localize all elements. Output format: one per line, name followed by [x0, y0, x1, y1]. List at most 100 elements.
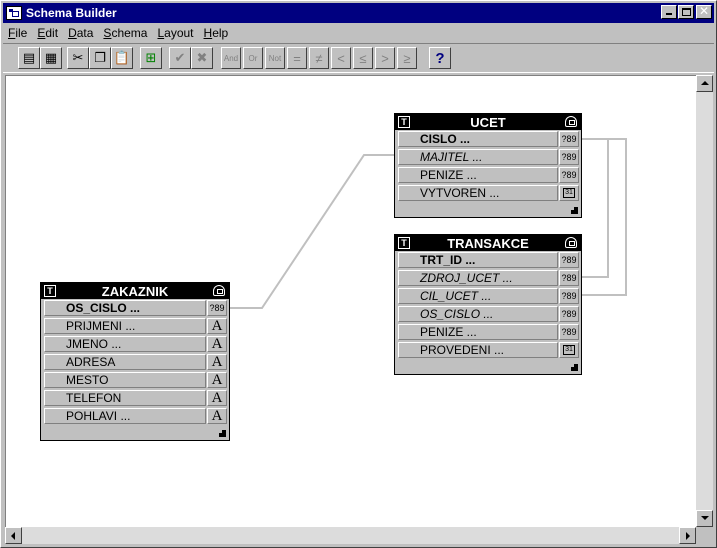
resize-handle-icon[interactable]: [219, 430, 226, 437]
toolbar-equals-button[interactable]: =: [287, 47, 307, 69]
app-icon[interactable]: [6, 6, 22, 20]
toolbar-greater-equal-button[interactable]: ≥: [397, 47, 417, 69]
toolbar-greater-button[interactable]: >: [375, 47, 395, 69]
toolbar-cancel-button[interactable]: ✖: [191, 47, 213, 69]
type-glyph: ?89: [561, 134, 577, 144]
field-row[interactable]: TELEFON A: [42, 389, 228, 407]
help-icon: ?: [435, 49, 445, 67]
toolbar-not-equals-button[interactable]: ≠: [309, 47, 329, 69]
type-glyph: ?89: [561, 273, 577, 283]
schema-builder-window: Schema Builder ✕ File Edit Data Schema Layou…: [0, 0, 717, 548]
field-row[interactable]: POHLAVI ... A: [42, 407, 228, 425]
field-row[interactable]: CISLO ... ?89: [396, 130, 580, 148]
field-row[interactable]: OS_CISLO ... ?89: [42, 299, 228, 317]
entity-header[interactable]: T ZAKAZNIK: [41, 283, 229, 299]
toolbar-paste-button[interactable]: 📋: [111, 47, 133, 69]
calendar-glyph: 31: [563, 345, 575, 355]
type-glyph: A: [211, 318, 223, 334]
scroll-left-button[interactable]: [5, 527, 22, 544]
field-row[interactable]: ADRESA A: [42, 353, 228, 371]
toolbar: ▤ ▦ ✂ ❐ 📋 ⊞ ✔ ✖ And Or Not = ≠ < ≤ > ≥ ?: [3, 43, 714, 73]
toolbar-less-button[interactable]: <: [331, 47, 351, 69]
copy-icon: ❐: [94, 50, 106, 65]
entity-menu-icon[interactable]: [565, 116, 577, 127]
text-type-icon: A: [207, 336, 227, 352]
close-button[interactable]: ✕: [696, 4, 712, 19]
maximize-icon: [682, 8, 691, 16]
entity-footer: [395, 359, 581, 374]
field-row[interactable]: OS_CISLO ... ?89: [396, 305, 580, 323]
menu-bar: File Edit Data Schema Layout Help: [3, 24, 714, 42]
entity-header[interactable]: T TRANSAKCE: [395, 235, 581, 251]
toolbar-confirm-button[interactable]: ✔: [169, 47, 191, 69]
title-bar[interactable]: Schema Builder ✕: [3, 3, 714, 23]
link-zakaznik-majitel[interactable]: [228, 154, 395, 309]
field-row[interactable]: PRIJMENI ... A: [42, 317, 228, 335]
menu-data[interactable]: Data: [63, 26, 98, 40]
schema-canvas[interactable]: T UCET CISLO ... ?89 MAJITEL ... ?89 PENIZE ..…: [5, 75, 696, 527]
minimize-button[interactable]: [661, 5, 677, 19]
type-glyph: A: [211, 354, 223, 370]
link-cislo-zdroj-ucet[interactable]: [580, 138, 609, 278]
entity-header[interactable]: T UCET: [395, 114, 581, 130]
horizontal-scrollbar[interactable]: [5, 527, 696, 544]
entity-ucet[interactable]: T UCET CISLO ... ?89 MAJITEL ... ?89 PENIZE ..…: [394, 113, 582, 218]
calendar-glyph: 31: [563, 188, 575, 198]
toolbar-cut-button[interactable]: ✂: [67, 47, 89, 69]
field-name: ZDROJ_UCET ...: [398, 270, 558, 286]
resize-handle-icon[interactable]: [571, 207, 578, 214]
number-type-icon: ?89: [559, 306, 579, 322]
field-name: TRT_ID ...: [398, 252, 558, 268]
field-row[interactable]: ZDROJ_UCET ... ?89: [396, 269, 580, 287]
field-row[interactable]: PENIZE ... ?89: [396, 166, 580, 184]
arrow-down-icon: [701, 516, 709, 520]
entity-title: TRANSAKCE: [447, 235, 529, 251]
toolbar-not-button[interactable]: Not: [265, 47, 285, 69]
toolbar-layout-button[interactable]: ▦: [40, 47, 62, 69]
entity-menu-icon[interactable]: [565, 237, 577, 248]
vertical-scrollbar[interactable]: [696, 75, 713, 527]
field-row[interactable]: JMENO ... A: [42, 335, 228, 353]
entity-zakaznik[interactable]: T ZAKAZNIK OS_CISLO ... ?89 PRIJMENI ... A JME…: [40, 282, 230, 441]
arrow-left-icon: [11, 532, 15, 540]
type-glyph: A: [211, 408, 223, 424]
type-glyph: ?89: [561, 327, 577, 337]
menu-layout[interactable]: Layout: [152, 26, 198, 40]
close-icon: ✕: [698, 4, 710, 18]
toolbar-add-table-button[interactable]: ⊞: [140, 47, 162, 69]
menu-schema[interactable]: Schema: [98, 26, 152, 40]
entity-title: ZAKAZNIK: [101, 283, 169, 299]
toolbar-or-button[interactable]: Or: [243, 47, 263, 69]
field-row[interactable]: VYTVOREN ... 31: [396, 184, 580, 202]
maximize-button[interactable]: [678, 5, 694, 19]
number-type-icon: ?89: [559, 270, 579, 286]
menu-help[interactable]: Help: [199, 26, 234, 40]
menu-edit[interactable]: Edit: [32, 26, 63, 40]
entity-menu-icon[interactable]: [213, 285, 225, 296]
field-row[interactable]: CIL_UCET ... ?89: [396, 287, 580, 305]
scroll-right-button[interactable]: [679, 527, 696, 544]
field-row[interactable]: MESTO A: [42, 371, 228, 389]
field-row[interactable]: PENIZE ... ?89: [396, 323, 580, 341]
toolbar-copy-button[interactable]: ❐: [89, 47, 111, 69]
number-type-icon: ?89: [207, 300, 227, 316]
text-type-icon: A: [207, 372, 227, 388]
field-row[interactable]: PROVEDENI ... 31: [396, 341, 580, 359]
not-label: Not: [268, 53, 282, 63]
field-row[interactable]: TRT_ID ... ?89: [396, 251, 580, 269]
toolbar-and-button[interactable]: And: [221, 47, 241, 69]
resize-handle-icon[interactable]: [571, 364, 578, 371]
menu-file[interactable]: File: [3, 26, 32, 40]
less-than-icon: <: [337, 50, 345, 66]
scroll-down-button[interactable]: [696, 510, 713, 527]
type-glyph: ?89: [561, 291, 577, 301]
toolbar-less-equal-button[interactable]: ≤: [353, 47, 373, 69]
toolbar-view-button[interactable]: ▤: [18, 47, 40, 69]
toolbar-help-button[interactable]: ?: [429, 47, 451, 69]
scroll-up-button[interactable]: [696, 75, 713, 92]
type-glyph: ?89: [561, 309, 577, 319]
entity-transakce[interactable]: T TRANSAKCE TRT_ID ... ?89 ZDROJ_UCET ... ?89…: [394, 234, 582, 375]
link-cislo-cil-ucet[interactable]: [580, 138, 627, 296]
field-row[interactable]: MAJITEL ... ?89: [396, 148, 580, 166]
x-mark-icon: ✖: [196, 50, 208, 65]
